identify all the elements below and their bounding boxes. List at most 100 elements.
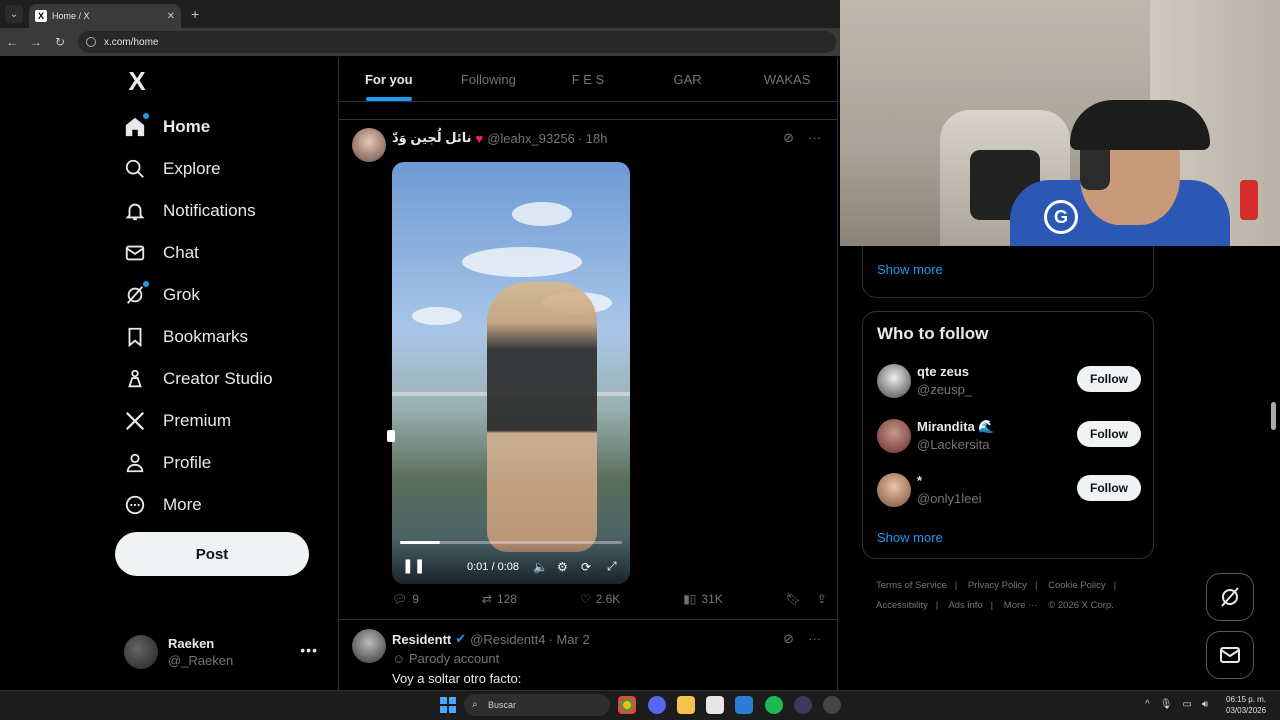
tab-search-icon[interactable]: ⌄: [5, 5, 23, 23]
terms-link[interactable]: Terms of Service: [876, 580, 947, 591]
privacy-link[interactable]: Privacy Policy: [968, 580, 1027, 591]
tab-following[interactable]: Following: [439, 58, 539, 101]
settings-icon[interactable]: ⚙: [557, 560, 568, 574]
cookie-link[interactable]: Cookie Policy: [1048, 580, 1106, 591]
repost-button[interactable]: ⇄ 128: [482, 592, 517, 606]
clock-time: 06:15 p. m.: [1226, 695, 1267, 704]
x-logo-icon[interactable]: X: [124, 68, 150, 94]
sidebar-item-more[interactable]: More: [124, 485, 202, 525]
grok-icon[interactable]: ⊘: [783, 631, 794, 647]
left-sidebar: X Home Explore Notifications Chat Grok B…: [0, 58, 338, 690]
sidebar-item-creator-studio[interactable]: Creator Studio: [124, 359, 273, 399]
follow-button[interactable]: Follow: [1077, 421, 1141, 447]
tweet-author-name[interactable]: نائل لُجين وَدّ: [392, 130, 471, 146]
sidebar-item-profile[interactable]: Profile: [124, 443, 211, 483]
heart-emoji-icon: ♥: [475, 130, 484, 146]
tweet[interactable]: نائل لُجين وَدّ ♥ @leahx_93256 · 18h ⊘ ·…: [339, 120, 837, 620]
sidebar-item-explore[interactable]: Explore: [124, 149, 221, 189]
forward-icon[interactable]: →: [24, 35, 48, 49]
discord-icon[interactable]: [648, 696, 666, 714]
more-dots-icon[interactable]: ···: [808, 130, 821, 146]
tab-for-you[interactable]: For you: [339, 58, 439, 101]
follow-button[interactable]: Follow: [1077, 366, 1141, 392]
account-handle: @_Raeken: [168, 653, 234, 668]
grok-float-button[interactable]: [1206, 573, 1254, 621]
tab-fes[interactable]: F E S: [538, 58, 638, 101]
show-more-link[interactable]: Show more: [877, 530, 943, 545]
reload-icon[interactable]: ↻: [48, 35, 72, 49]
more-dots-icon[interactable]: ···: [808, 631, 821, 647]
tweet-text: Voy a soltar otro facto:: [392, 671, 522, 686]
more-dots-icon[interactable]: •••: [300, 642, 318, 658]
back-icon[interactable]: ←: [0, 35, 24, 49]
volume-icon[interactable]: 🔊︎: [1202, 699, 1208, 710]
volume-icon[interactable]: 🔈: [533, 560, 548, 574]
share-icon[interactable]: ⇪: [817, 592, 827, 606]
site-info-icon[interactable]: [86, 37, 96, 47]
more-link[interactable]: More ···: [1004, 600, 1038, 611]
pause-icon[interactable]: ❚❚: [402, 557, 425, 574]
spotify-icon[interactable]: [765, 696, 783, 714]
reply-count: 9: [412, 592, 419, 606]
scrollbar-thumb[interactable]: [1271, 402, 1276, 430]
mail-icon[interactable]: [735, 696, 753, 714]
like-button[interactable]: ♡ 2.6K: [580, 592, 620, 606]
sidebar-item-home[interactable]: Home: [124, 107, 210, 147]
sidebar-item-label: Creator Studio: [163, 369, 273, 388]
store-icon[interactable]: [706, 696, 724, 714]
new-tab-icon[interactable]: +: [191, 6, 199, 22]
gear-icon[interactable]: [823, 696, 841, 714]
tab-gar[interactable]: GAR: [638, 58, 738, 101]
url-input[interactable]: x.com/home: [78, 31, 836, 53]
tweet-author-name[interactable]: Residentt: [392, 632, 451, 647]
sidebar-item-label: Premium: [163, 411, 232, 430]
sidebar-item-grok[interactable]: Grok: [124, 275, 200, 315]
copyright: © 2026 X Corp.: [1048, 600, 1114, 611]
sidebar-item-bookmarks[interactable]: Bookmarks: [124, 317, 248, 357]
account-switcher[interactable]: Raeken @_Raeken •••: [124, 630, 324, 674]
sidebar-item-chat[interactable]: Chat: [124, 233, 199, 273]
windows-start-icon[interactable]: [440, 697, 456, 713]
close-tab-icon[interactable]: ✕: [167, 11, 175, 22]
avatar[interactable]: [352, 629, 386, 663]
follow-button[interactable]: Follow: [1077, 475, 1141, 501]
bookmark-icon[interactable]: 🔖︎: [786, 592, 801, 606]
tweet-time[interactable]: · Mar 2: [549, 632, 590, 647]
tweet[interactable]: Residentt ✔ @Residentt4 · Mar 2 ⊘ ··· ☺ …: [339, 621, 837, 690]
microphone-icon[interactable]: 🎙︎: [1160, 699, 1173, 710]
messages-float-button[interactable]: [1206, 631, 1254, 679]
video-time: 0:01 / 0:08: [467, 561, 519, 573]
accessibility-link[interactable]: Accessibility: [876, 600, 928, 611]
show-more-link[interactable]: Show more: [877, 262, 943, 277]
taskbar-search[interactable]: ⌕ Buscar: [464, 694, 610, 716]
reply-button[interactable]: 💬︎ 9: [392, 592, 419, 606]
app-icon[interactable]: [794, 696, 812, 714]
follow-suggestion[interactable]: qte zeus @zeusp_ Follow: [877, 362, 1141, 402]
tab-wakas[interactable]: WAKAS: [737, 58, 837, 101]
sidebar-item-premium[interactable]: Premium: [124, 401, 231, 441]
video-progress-bar[interactable]: [400, 541, 622, 544]
browser-tab[interactable]: X Home / X ✕: [29, 4, 181, 28]
follow-suggestion[interactable]: * @only1leei Follow: [877, 471, 1141, 511]
who-to-follow-card: Who to follow qte zeus @zeusp_ Follow Mi…: [862, 311, 1154, 559]
video-subject: [487, 282, 597, 552]
chevron-up-icon[interactable]: ^: [1145, 699, 1150, 710]
folder-icon[interactable]: [677, 696, 695, 714]
tweet-handle[interactable]: @Residentt4: [470, 632, 545, 647]
tweet-time[interactable]: · 18h: [578, 131, 608, 146]
grok-icon[interactable]: ⊘: [783, 130, 794, 146]
ads-info-link[interactable]: Ads info: [948, 600, 982, 611]
video-player[interactable]: ❚❚ 0:01 / 0:08 🔈 ⚙ ⟳ ⤢: [392, 162, 630, 584]
chrome-icon[interactable]: [618, 696, 636, 714]
views-button[interactable]: ▮▯ 31K: [683, 592, 723, 606]
sidebar-item-notifications[interactable]: Notifications: [124, 191, 256, 231]
post-button[interactable]: Post: [115, 532, 309, 576]
avatar[interactable]: [352, 128, 386, 162]
fullscreen-icon[interactable]: ⤢: [607, 559, 617, 574]
video-controls: ❚❚ 0:01 / 0:08 🔈 ⚙ ⟳ ⤢: [392, 538, 630, 584]
replay-icon[interactable]: ⟳: [581, 560, 591, 574]
taskbar-clock[interactable]: 06:15 p. m. 03/03/2026: [1226, 694, 1266, 716]
tweet-handle[interactable]: @leahx_93256: [487, 131, 575, 146]
network-icon[interactable]: ▭: [1182, 699, 1191, 710]
follow-suggestion[interactable]: Mirandita 🌊 @Lackersita Follow: [877, 417, 1141, 457]
